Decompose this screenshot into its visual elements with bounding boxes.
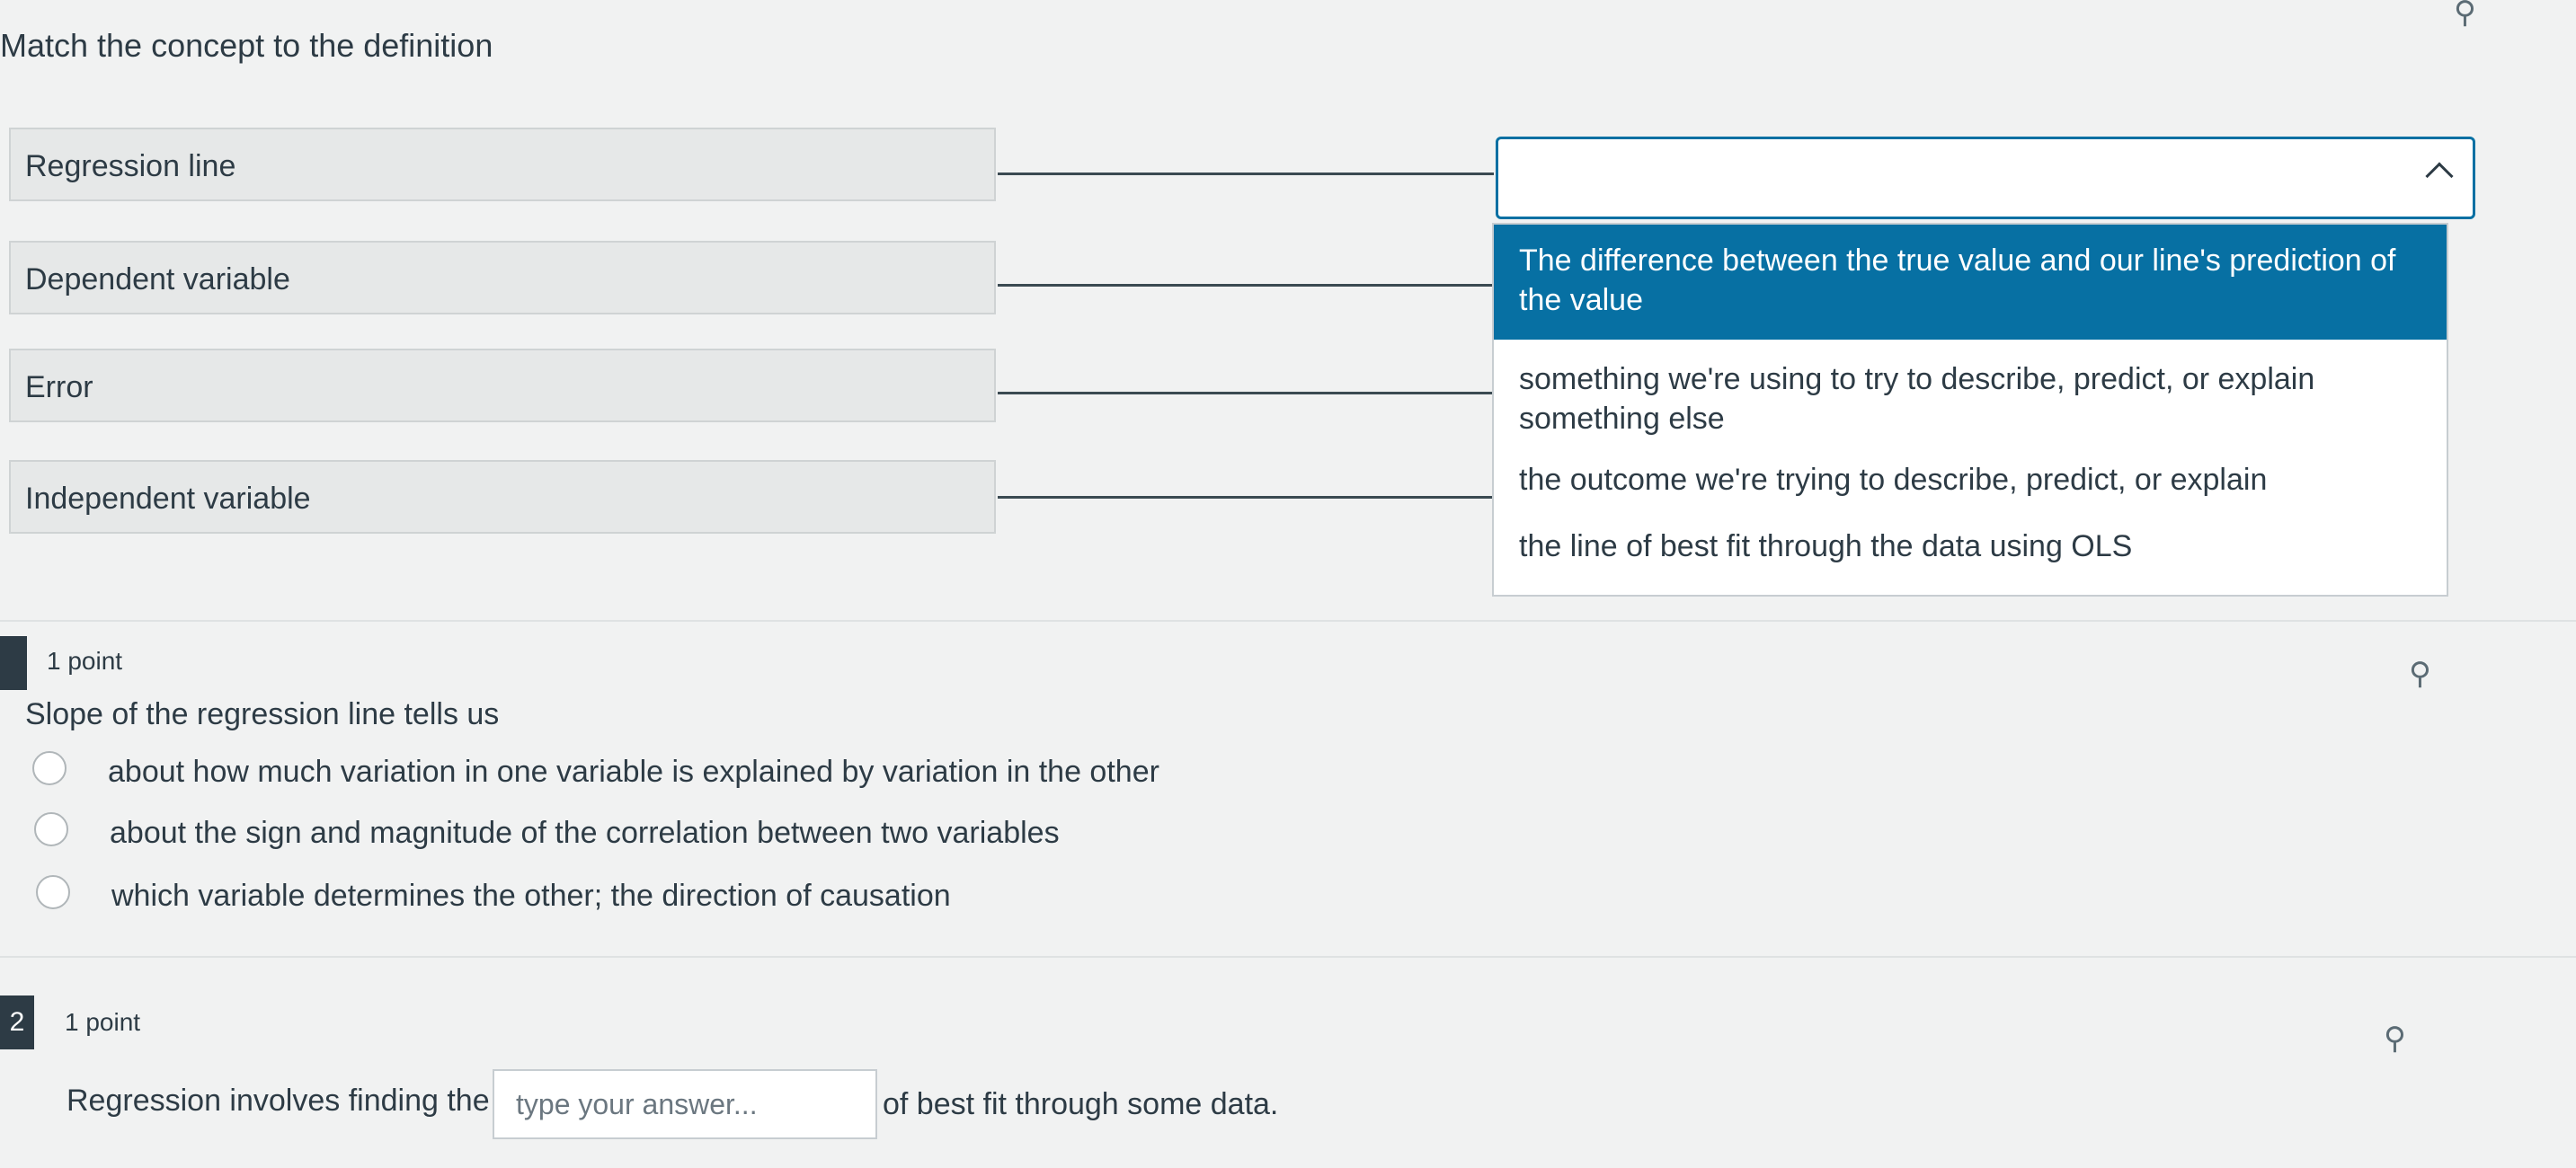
question-divider (0, 956, 2576, 958)
radio-button[interactable] (32, 751, 67, 785)
connector-line (998, 392, 1494, 394)
question-points: 1 point (65, 1008, 141, 1036)
connector-line (998, 496, 1494, 499)
connector-line (998, 284, 1494, 287)
choice-label[interactable]: which variable determines the other; the… (111, 879, 951, 914)
definition-dropdown[interactable]: The difference between the true value an… (1492, 223, 2448, 597)
sentence-start: Regression involves finding the (67, 1084, 490, 1118)
dropdown-option[interactable]: the line of best fit through the data us… (1494, 526, 2447, 580)
question-prompt: Match the concept to the definition (0, 27, 493, 64)
concept-independent-variable: Independent variable (9, 460, 996, 534)
choice-label[interactable]: about how much variation in one variable… (108, 755, 1159, 790)
question-prompt: Slope of the regression line tells us (25, 697, 500, 731)
question-number-badge: 2 (0, 995, 34, 1049)
question-number-badge (0, 636, 27, 690)
chevron-up-icon (2425, 162, 2454, 190)
dropdown-option[interactable]: something we're using to try to describe… (1494, 350, 2447, 444)
question-points: 1 point (47, 647, 123, 675)
answer-input[interactable] (493, 1069, 877, 1139)
connector-line (998, 173, 1494, 175)
definition-select[interactable] (1496, 137, 2475, 219)
radio-button[interactable] (36, 875, 70, 909)
choice-label[interactable]: about the sign and magnitude of the corr… (110, 816, 1060, 851)
radio-button[interactable] (34, 812, 68, 846)
pin-icon[interactable]: ⚲ (2409, 656, 2431, 692)
question-divider (0, 620, 2576, 622)
concept-dependent-variable: Dependent variable (9, 241, 996, 314)
sentence-end: of best fit through some data. (883, 1087, 1279, 1121)
concept-regression-line: Regression line (9, 128, 996, 201)
dropdown-option[interactable]: the outcome we're trying to describe, pr… (1494, 460, 2447, 514)
pin-icon[interactable]: ⚲ (2384, 1021, 2406, 1057)
dropdown-option[interactable]: The difference between the true value an… (1494, 225, 2447, 340)
pin-icon[interactable]: ⚲ (2454, 0, 2476, 31)
concept-error: Error (9, 349, 996, 422)
